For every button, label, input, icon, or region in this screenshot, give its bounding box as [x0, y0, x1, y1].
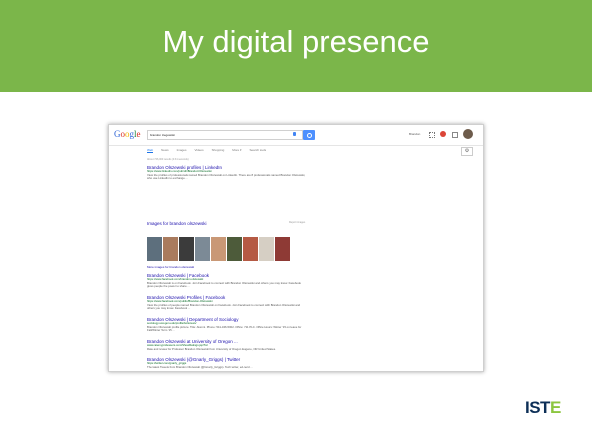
microphone-icon[interactable]	[293, 132, 296, 136]
image-thumbnail[interactable]	[179, 237, 194, 261]
search-result[interactable]: Brandon Olszewski profiles | LinkedIn ht…	[147, 165, 307, 181]
iste-logo: ISTE	[525, 398, 561, 418]
avatar[interactable]	[463, 129, 473, 139]
image-thumbnail[interactable]	[227, 237, 242, 261]
image-thumbnail[interactable]	[259, 237, 274, 261]
google-logo: Google	[114, 129, 141, 139]
image-thumbnail[interactable]	[147, 237, 162, 261]
image-thumbnail[interactable]	[195, 237, 210, 261]
result-snippet: View the profiles of people named Brando…	[147, 302, 301, 310]
search-result[interactable]: Brandon Olszewski | Department of Sociol…	[147, 317, 307, 333]
image-thumbnail[interactable]	[211, 237, 226, 261]
notifications-icon[interactable]	[440, 131, 446, 137]
apps-icon[interactable]	[429, 132, 435, 138]
search-result[interactable]: Brandon Olszewski at University of Orego…	[147, 339, 307, 351]
logo-letter: e	[136, 129, 141, 139]
image-thumbnail[interactable]	[275, 237, 290, 261]
report-images-link[interactable]: Report images	[289, 221, 305, 224]
search-result[interactable]: Brandon Olszewski Profiles | Facebook ht…	[147, 295, 307, 311]
search-input[interactable]: brandon ziegowski	[147, 130, 303, 140]
result-snippet: Brandon Olszewski is on Facebook. Join F…	[147, 280, 301, 288]
image-thumbnail[interactable]	[243, 237, 258, 261]
user-name[interactable]: Brandon	[409, 132, 420, 136]
images-header: Images for brandon olszewski	[147, 221, 307, 226]
slide-title: My digital presence	[162, 24, 430, 59]
google-top-bar: Google brandon ziegowski Brandon	[109, 125, 483, 146]
tab-web[interactable]: Web	[147, 148, 154, 153]
tab-shopping[interactable]: Shopping	[212, 148, 225, 153]
search-tabs: Web News Images Videos Shopping More ▾ Search …	[147, 148, 266, 153]
search-result[interactable]: Brandon Olszewski | Facebook https://www…	[147, 273, 307, 289]
gear-icon[interactable]: ⚙	[461, 147, 473, 156]
search-screenshot: Google brandon ziegowski Brandon Web News…	[108, 124, 484, 372]
iste-logo-text-accent: E	[549, 398, 561, 417]
tab-search-tools[interactable]: Search tools	[249, 148, 266, 153]
results-stats: About 726,000 results (0.31 seconds)	[147, 158, 189, 161]
image-thumbnail[interactable]	[163, 237, 178, 261]
share-icon[interactable]	[452, 132, 458, 138]
result-snippet: The latest Tweets from Brandon Olszewski…	[147, 364, 253, 369]
result-snippet: View the profiles of professionals named…	[147, 172, 306, 180]
more-images-link[interactable]: More images for brandon olszewski	[147, 265, 194, 269]
result-snippet: Rate and review for Professor Brandon Ol…	[147, 346, 276, 351]
images-title[interactable]: Images for brandon olszewski	[147, 221, 307, 226]
tab-more[interactable]: More ▾	[232, 148, 241, 153]
tab-videos[interactable]: Videos	[194, 148, 203, 153]
search-button[interactable]	[303, 130, 315, 140]
tab-news[interactable]: News	[161, 148, 169, 153]
result-snippet: Brandon Olszewski profile picture. Title…	[147, 324, 302, 332]
search-result[interactable]: Brandon Olszewski (@Gnarly_Griggs) | Twi…	[147, 357, 307, 369]
image-thumbnails	[147, 237, 290, 261]
tab-images[interactable]: Images	[177, 148, 187, 153]
iste-logo-text: IST	[525, 398, 550, 417]
